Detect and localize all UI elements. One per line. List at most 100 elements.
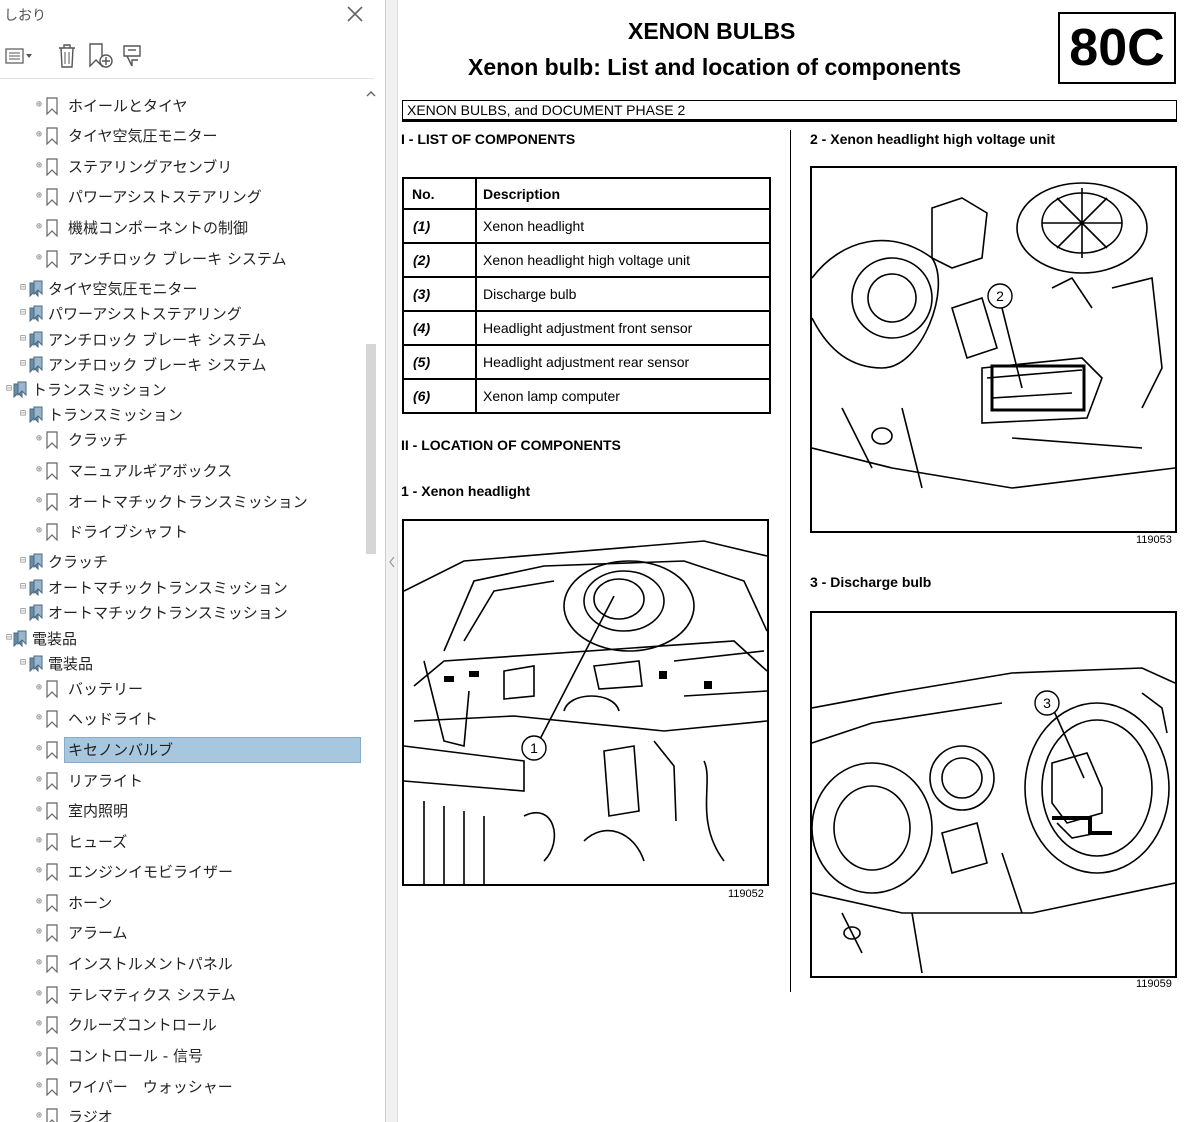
component-description: Xenon lamp computer	[475, 378, 771, 414]
expand-toggle-icon[interactable]: ⊕	[34, 866, 44, 876]
expand-toggle-icon[interactable]: ⊟	[18, 556, 28, 566]
bookmark-label: マニュアルギアボックス	[68, 462, 233, 480]
expand-toggle-icon[interactable]: ⊕	[34, 744, 44, 754]
expand-toggle-icon[interactable]: ⊟	[18, 283, 28, 293]
expand-toggle-icon[interactable]: ⊕	[34, 253, 44, 263]
fig1-caption: 1 - Xenon headlight	[401, 483, 531, 499]
bookmark-item[interactable]: ⊟ トランスミッション	[0, 378, 364, 402]
expand-toggle-icon[interactable]: ⊕	[34, 927, 44, 937]
expand-toggle-icon[interactable]: ⊕	[34, 713, 44, 723]
bookmark-item[interactable]: ⊕ ワイパー ウォッシャー	[0, 1075, 364, 1099]
bookmark-item[interactable]: ⊕ ホーン	[0, 891, 364, 915]
bookmark-item[interactable]: ⊟ タイヤ空気圧モニター	[0, 277, 364, 301]
bookmark-item[interactable]: ⊕ ドライブシャフト	[0, 520, 364, 544]
bookmark-label: ヒューズ	[68, 833, 128, 851]
bookmark-item[interactable]: ⊕ ヘッドライト	[0, 707, 364, 731]
bookmark-item[interactable]: ⊕ リアライト	[0, 769, 364, 793]
bookmark-tag-icon[interactable]	[118, 42, 148, 70]
bookmark-item[interactable]: ⊟ アンチロック ブレーキ システム	[0, 353, 364, 377]
bookmark-icon	[46, 772, 58, 790]
close-icon[interactable]	[344, 3, 366, 25]
bookmark-item[interactable]: ⊕ 機械コンポーネントの制御	[0, 216, 364, 240]
scroll-up-icon[interactable]	[364, 86, 378, 102]
expand-toggle-icon[interactable]: ⊕	[34, 496, 44, 506]
expand-toggle-icon[interactable]: ⊕	[34, 161, 44, 171]
expand-toggle-icon[interactable]: ⊕	[34, 434, 44, 444]
expand-toggle-icon[interactable]: ⊕	[34, 775, 44, 785]
bookmark-item[interactable]: ⊟ 電装品	[0, 652, 364, 676]
bookmark-item[interactable]: ⊕ ホイールとタイヤ	[0, 94, 364, 118]
bookmark-item[interactable]: ⊕ テレマティクス システム	[0, 983, 364, 1007]
expand-toggle-icon[interactable]: ⊕	[34, 130, 44, 140]
expand-toggle-icon[interactable]: ⊟	[18, 308, 28, 318]
bookmark-item[interactable]: ⊕ キセノンバルブ	[0, 737, 364, 763]
bookmark-item[interactable]: ⊕ タイヤ空気圧モニター	[0, 124, 364, 148]
bookmark-icon	[46, 97, 58, 115]
bookmark-icon	[46, 863, 58, 881]
bookmark-item[interactable]: ⊕ バッテリー	[0, 677, 364, 701]
bookmark-item[interactable]: ⊟ アンチロック ブレーキ システム	[0, 328, 364, 352]
expand-toggle-icon[interactable]: ⊕	[34, 989, 44, 999]
bookmark-item[interactable]: ⊕ エンジンイモビライザー	[0, 860, 364, 884]
expand-toggle-icon[interactable]: ⊕	[34, 1111, 44, 1121]
bookmark-icon	[46, 1078, 58, 1096]
expand-toggle-icon[interactable]: ⊕	[34, 683, 44, 693]
expand-toggle-icon[interactable]: ⊕	[34, 897, 44, 907]
bookmark-item[interactable]: ⊟ オートマチックトランスミッション	[0, 601, 364, 625]
bookmark-item[interactable]: ⊕ ステアリングアセンブリ	[0, 155, 364, 179]
bookmark-item[interactable]: ⊕ 室内照明	[0, 799, 364, 823]
bookmark-group-icon	[13, 381, 27, 399]
expand-toggle-icon[interactable]: ⊟	[18, 658, 28, 668]
bookmark-item[interactable]: ⊕ クルーズコントロール	[0, 1013, 364, 1037]
expand-toggle-icon[interactable]: ⊕	[34, 836, 44, 846]
bookmark-item[interactable]: ⊟ パワーアシストステアリング	[0, 302, 364, 326]
expand-toggle-icon[interactable]: ⊕	[34, 526, 44, 536]
bookmark-item[interactable]: ⊕ アンチロック ブレーキ システム	[0, 247, 364, 271]
bookmark-item[interactable]: ⊟ オートマチックトランスミッション	[0, 576, 364, 600]
col-description: Description	[475, 177, 771, 210]
fig2-ref: 119053	[1136, 534, 1172, 546]
bookmark-item[interactable]: ⊕ クラッチ	[0, 428, 364, 452]
bookmark-item[interactable]: ⊟ トランスミッション	[0, 403, 364, 427]
expand-toggle-icon[interactable]: ⊟	[18, 607, 28, 617]
bookmark-label: アンチロック ブレーキ システム	[48, 331, 267, 349]
expand-toggle-icon[interactable]: ⊟	[18, 334, 28, 344]
expand-toggle-icon[interactable]: ⊕	[34, 1019, 44, 1029]
bookmark-label: パワーアシストステアリング	[48, 305, 242, 323]
bookmark-item[interactable]: ⊕ ラジオ	[0, 1105, 364, 1122]
bookmark-item[interactable]: ⊕ パワーアシストステアリング	[0, 185, 364, 209]
expand-toggle-icon[interactable]: ⊕	[34, 1081, 44, 1091]
bookmark-item[interactable]: ⊟ 電装品	[0, 627, 364, 651]
fig3-discharge-bulb: 3	[810, 611, 1177, 978]
expand-toggle-icon[interactable]: ⊕	[34, 805, 44, 815]
expand-toggle-icon[interactable]: ⊕	[34, 100, 44, 110]
bookmark-item[interactable]: ⊕ インストルメントパネル	[0, 952, 364, 976]
expand-toggle-icon[interactable]: ⊕	[34, 958, 44, 968]
bookmark-item[interactable]: ⊕ オートマチックトランスミッション	[0, 490, 364, 514]
bookmark-item[interactable]: ⊟ クラッチ	[0, 550, 364, 574]
options-menu-icon[interactable]	[4, 42, 34, 70]
expand-toggle-icon[interactable]: ⊕	[34, 191, 44, 201]
bookmark-item[interactable]: ⊕ アラーム	[0, 921, 364, 945]
bookmark-label: ステアリングアセンブリ	[68, 158, 233, 176]
expand-toggle-icon[interactable]: ⊟	[18, 409, 28, 419]
section-code-box: 80C	[1058, 12, 1176, 84]
bookmark-item[interactable]: ⊕ コントロール - 信号	[0, 1044, 364, 1068]
expand-toggle-icon[interactable]: ⊟	[18, 582, 28, 592]
bookmark-icon	[46, 127, 58, 145]
new-bookmark-icon[interactable]	[86, 42, 116, 70]
bookmark-label: キセノンバルブ	[68, 741, 174, 759]
bookmark-icon	[46, 710, 58, 728]
expand-toggle-icon[interactable]: ⊕	[34, 1050, 44, 1060]
expand-toggle-icon[interactable]: ⊟	[18, 359, 28, 369]
delete-bookmark-icon[interactable]	[52, 42, 82, 70]
collapse-panel-icon[interactable]	[388, 556, 396, 568]
bookmark-label: オートマチックトランスミッション	[48, 579, 288, 597]
bookmark-icon	[46, 1047, 58, 1065]
panel-scrollbar[interactable]	[366, 344, 376, 554]
bookmark-item[interactable]: ⊕ マニュアルギアボックス	[0, 459, 364, 483]
bookmark-group-icon	[29, 356, 43, 374]
expand-toggle-icon[interactable]: ⊕	[34, 222, 44, 232]
bookmark-item[interactable]: ⊕ ヒューズ	[0, 830, 364, 854]
expand-toggle-icon[interactable]: ⊕	[34, 465, 44, 475]
